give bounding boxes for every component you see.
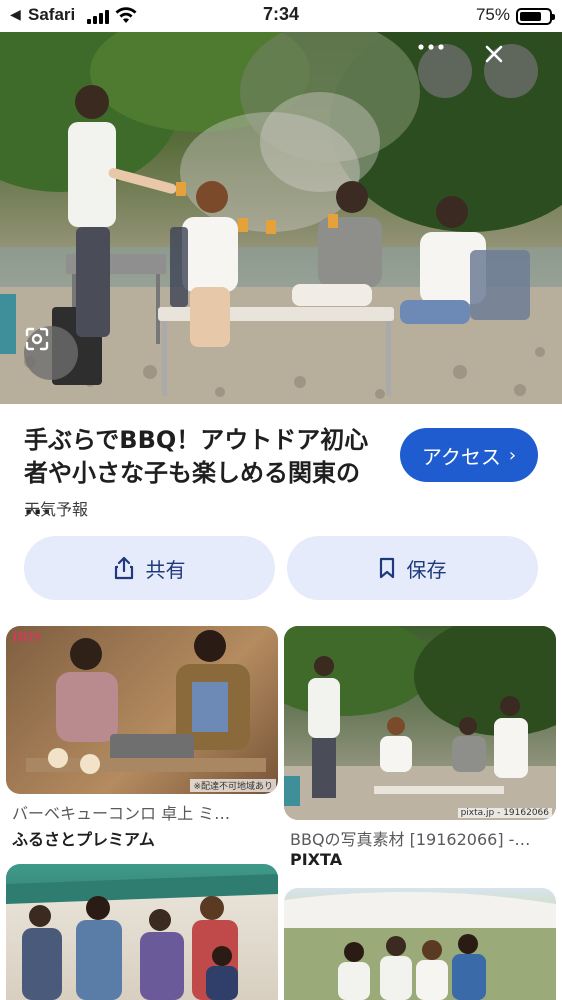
share-button-label: 共有 — [145, 557, 186, 582]
save-button-label: 保存 — [406, 557, 447, 582]
related-image-4[interactable] — [284, 888, 556, 1000]
save-button[interactable]: 保存 — [287, 536, 538, 600]
related-caption-2[interactable]: BBQの写真素材 [19162066] -… — [290, 826, 552, 850]
access-button-label: アクセス — [421, 444, 501, 469]
chevron-right-icon: › — [508, 444, 517, 466]
bbq-photo — [0, 32, 562, 404]
bookmark-icon — [379, 557, 394, 579]
related-image-2[interactable]: pixta.jp - 19162066 — [284, 626, 556, 820]
related-image-3[interactable] — [6, 864, 278, 1000]
share-icon — [114, 556, 133, 580]
battery-level — [520, 12, 541, 21]
battery-icon — [516, 8, 555, 25]
more-options-button[interactable] — [418, 44, 472, 98]
close-icon — [485, 45, 503, 63]
related-photo-1 — [6, 626, 278, 794]
related-source-1: ふるさとプレミアム — [12, 830, 155, 849]
status-bar: ◀ Safari 7:34 75% — [0, 0, 562, 32]
more-horizontal-icon — [418, 44, 444, 50]
lens-search-button[interactable] — [24, 326, 78, 380]
lens-search-icon — [25, 327, 49, 351]
related-photo-2 — [284, 626, 556, 820]
related-image-1[interactable]: IRIS ※配達不可地域あり — [6, 626, 278, 794]
result-source: 天気予報 — [24, 500, 89, 519]
hero-image[interactable] — [0, 32, 562, 404]
related-photo-3 — [6, 874, 278, 1000]
related-caption-1[interactable]: バーベキューコンロ 卓上 ミ… — [12, 800, 274, 824]
delivery-notice: ※配達不可地域あり — [190, 779, 276, 792]
access-button[interactable]: アクセス › — [400, 428, 538, 482]
share-button[interactable]: 共有 — [24, 536, 275, 600]
battery-percent: 75% — [475, 5, 510, 24]
close-button[interactable] — [484, 44, 538, 98]
pixta-watermark: pixta.jp - 19162066 — [457, 808, 552, 818]
iris-logo: IRIS — [12, 630, 41, 645]
related-source-2: PIXTA — [290, 850, 343, 869]
related-photo-4 — [284, 891, 556, 1000]
